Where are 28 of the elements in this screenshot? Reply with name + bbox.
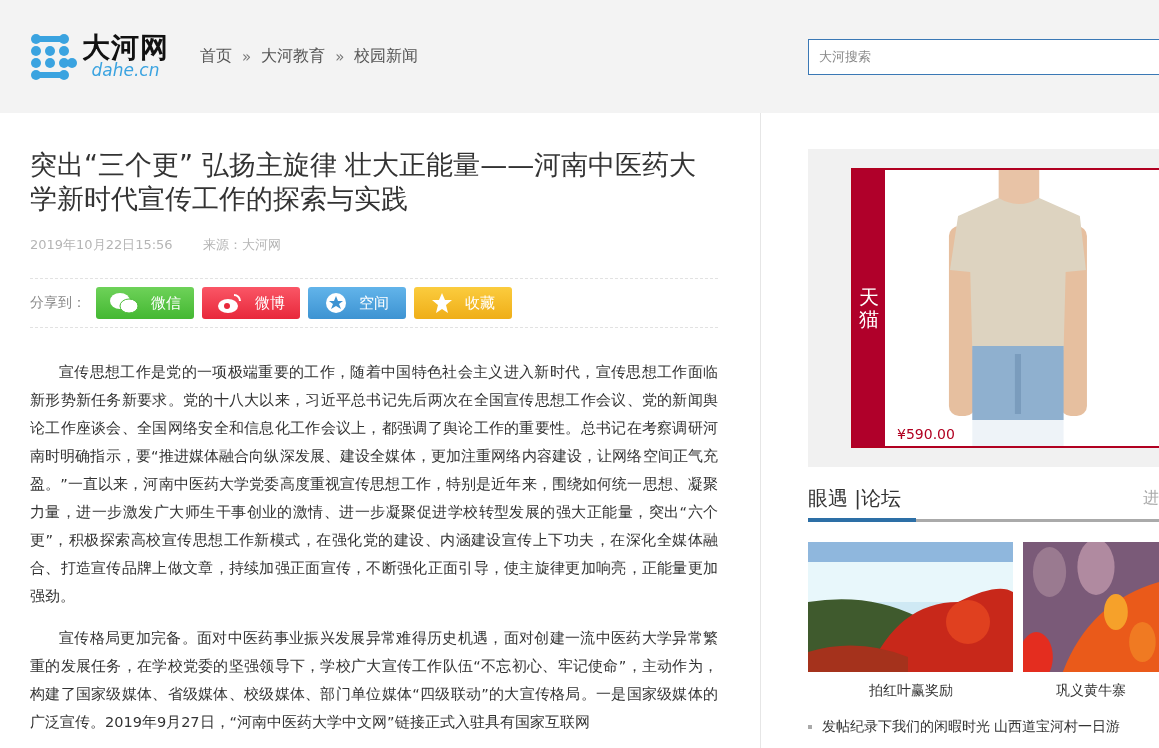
breadcrumb-link[interactable]: 校园新闻 (354, 46, 419, 67)
article-paragraph: 宣传格局更加完备。面对中医药事业振兴发展异常难得历史机遇，面对创建一流中医药大学异常繁重的发展任务，在学校党委的坚强领导下，学校广大宣传工作队伍“不忘初心、牢记使命”，主动作为，构建了国家级媒体、省级媒体、校级媒体、部门单位媒体“四级联动”的大宣传格局。一是国家级媒体的广泛宣传。2019年9月27日，“河南中医药大学中文网”链接正式入驻具有国家互联网 (30, 629, 718, 732)
section-title: 眼遇 |论坛 (808, 485, 916, 522)
photo-caption[interactable]: 巩义黄牛寨 (1056, 682, 1126, 700)
breadcrumb-link[interactable]: 大河教育 (261, 46, 326, 67)
share-label: 分享到： (30, 294, 86, 312)
ad-price: ¥590.00 (897, 426, 955, 442)
eye-icon (217, 292, 243, 314)
bullet-icon (808, 725, 812, 729)
article-title: 突出“三个更” 弘扬主旋律 壮大正能量——河南中医药大学新时代宣传工作的探索与实践 (30, 148, 698, 216)
store-name-label: 天猫 (859, 286, 879, 330)
breadcrumb-separator: » (335, 47, 345, 66)
logo-name[interactable]: 大河网 (82, 34, 169, 62)
star-icon (431, 292, 453, 314)
breadcrumb-separator: » (242, 47, 252, 66)
publish-date: 2019年10月22日15:56 (30, 236, 173, 254)
logo-domain: dahe.cn (91, 62, 160, 79)
article-paragraph: 宣传思想工作是党的一项极端重要的工作，随着中国特色社会主义进入新时代，宣传思想工作面临新形势新任务新要求。党的十八大以来，习近平总书记先后两次在全国宣传思想工作会议、党的新闻舆论工作座谈会、全国网络安全和信息化工作会议上，都强调了舆论工作的重要性。总书记在考察调研河南时明确指示，要“推进媒体融合向纵深发展、建设全媒体，更加注重网络内容建设，让网络空间正气充盈。”一直以来，河南中医药大学党委高度重视宣传思想工作，特别是近年来，围绕如何统一思想、凝聚力量，进一步激发广大师生干事创业的激情、进一步凝聚促进学校转型发展的强大正能量，突出“六个更”，积极探索高校宣传思想工作新模式，在强化党的建设、内涵建设宣传上下功夫，在深化全媒体融合、打造宣传品牌上做文章，持续加强正面宣传，不断强化正面引导，使主旋律更加响亮，正能量更加强劲。 (30, 363, 718, 606)
photo-caption[interactable]: 拍红叶赢奖励 (868, 682, 953, 700)
article-source: 来源：大河网 (202, 236, 281, 254)
breadcrumb-link[interactable]: 首页 (200, 46, 232, 67)
share-button[interactable]: 微博 (202, 287, 300, 319)
star-circle-icon (325, 292, 347, 314)
forum-link[interactable]: 发帖纪录下我们的闲暇时光 山西道宝河村一日游 (822, 718, 1121, 736)
ad-banner[interactable]: 天猫 ¥590.00 (851, 168, 1159, 448)
search-field[interactable]: 大河搜索 (808, 38, 1159, 75)
chat-bubbles-icon (109, 292, 139, 314)
logo-icon (30, 32, 78, 81)
